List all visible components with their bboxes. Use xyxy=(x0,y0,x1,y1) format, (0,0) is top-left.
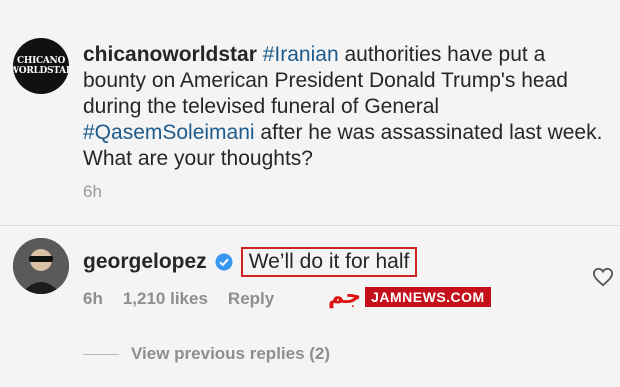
jamnews-logo: ﺟﻢ xyxy=(328,284,362,309)
reply-button[interactable]: Reply xyxy=(228,289,274,309)
replies-divider xyxy=(83,353,119,355)
comment-timestamp: 6h xyxy=(83,289,103,308)
hashtag-link[interactable]: #QasemSoleimani xyxy=(83,121,255,144)
post-timestamp: 6h xyxy=(83,182,102,201)
comment-text: We’ll do it for half xyxy=(240,247,418,277)
hashtag-link[interactable]: #Iranian xyxy=(263,43,339,66)
post-author-avatar[interactable]: CHICANO WORLDSTAR xyxy=(13,38,69,94)
chicano-worldstar-logo: CHICANO WORLDSTAR xyxy=(13,56,69,76)
profile-photo xyxy=(13,238,69,294)
verified-badge-icon xyxy=(215,253,233,271)
jamnews-label: JAMNEWS.COM xyxy=(365,286,491,307)
comment-author-avatar[interactable] xyxy=(13,238,69,294)
view-previous-replies-label: View previous replies (2) xyxy=(131,344,331,363)
comment-author-username[interactable]: georgelopez xyxy=(83,250,207,274)
jamnews-watermark: ﺟﻢ JAMNEWS.COM xyxy=(328,284,491,309)
comment-line: georgelopez We’ll do it for half xyxy=(83,247,418,277)
post-caption: chicanoworldstar #Iranian authorities ha… xyxy=(83,43,603,170)
view-previous-replies-button[interactable]: View previous replies (2) xyxy=(83,344,330,364)
heart-outline-icon[interactable] xyxy=(592,267,614,287)
comment-meta: 6h 1,210 likes Reply xyxy=(83,289,274,309)
likes-count[interactable]: 1,210 likes xyxy=(123,289,208,309)
post-author-username[interactable]: chicanoworldstar xyxy=(83,43,257,66)
divider xyxy=(0,225,620,226)
